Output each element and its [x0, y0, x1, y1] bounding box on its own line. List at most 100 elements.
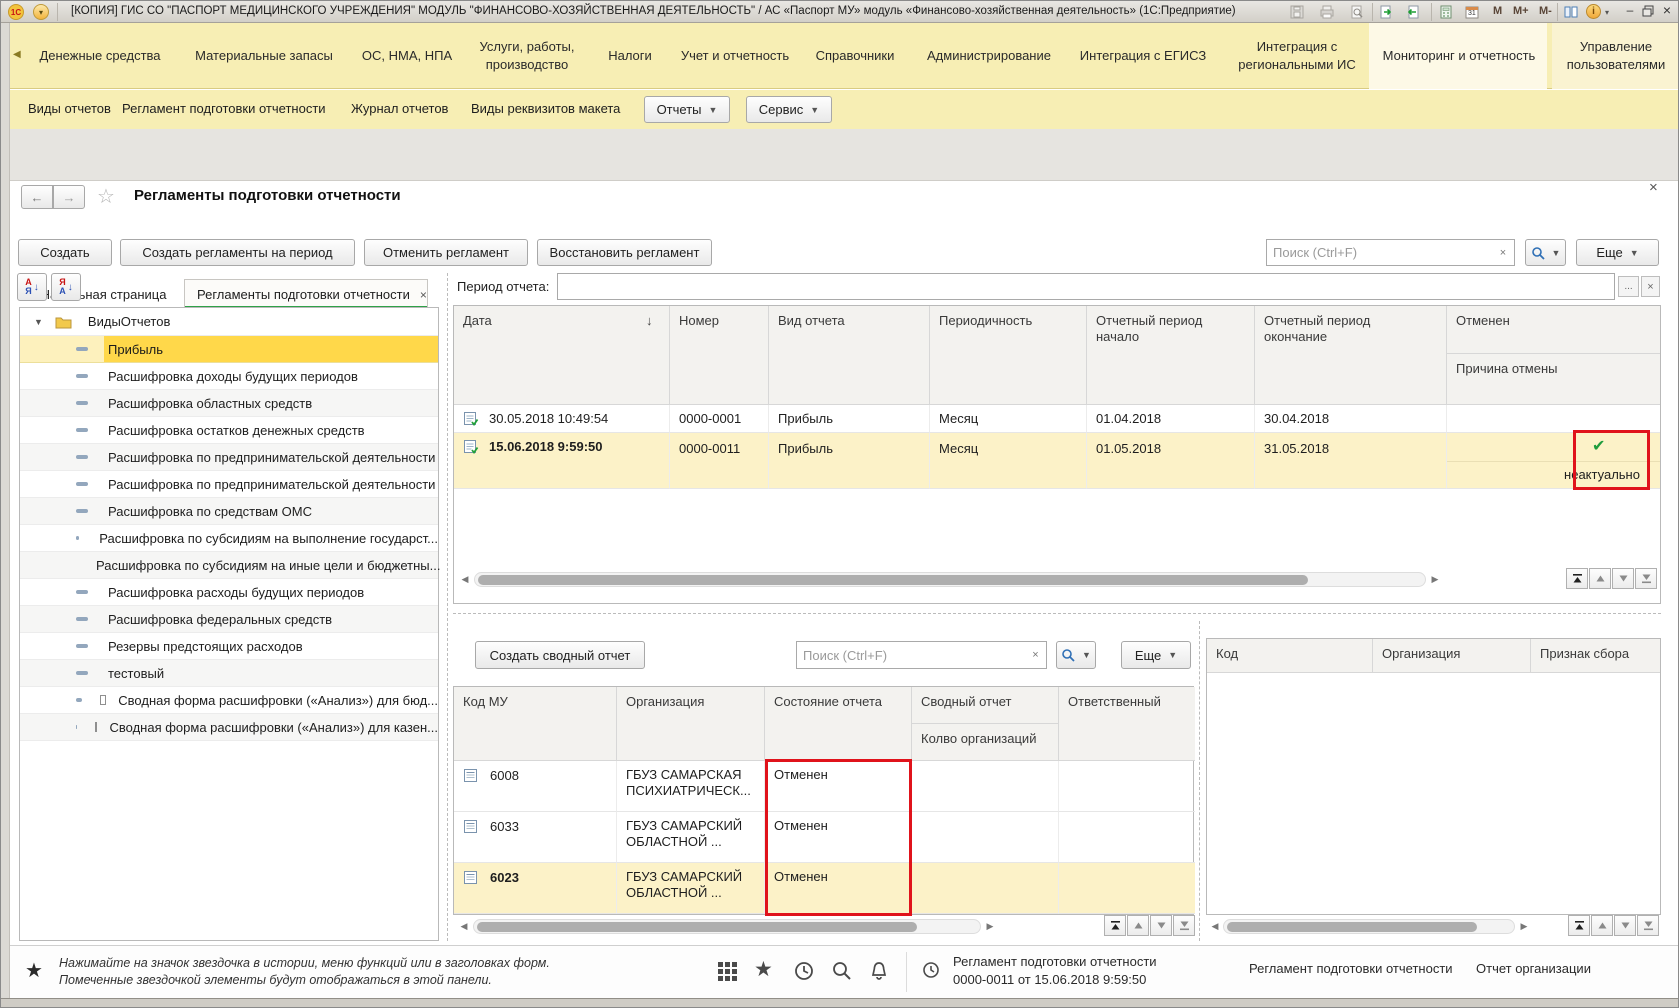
goto-last-row-button[interactable] [1637, 915, 1659, 936]
calendar-icon[interactable]: 31 [1464, 4, 1480, 20]
period-pick-button[interactable]: ... [1618, 276, 1639, 297]
org-row-summary[interactable] [912, 863, 1059, 914]
goto-prev-row-button[interactable] [1591, 915, 1613, 936]
search-clear-icon[interactable]: × [1025, 641, 1047, 669]
m-plus-button[interactable]: M+ [1513, 5, 1529, 17]
col-header-org-count[interactable]: Колво организаций [912, 724, 1059, 761]
regulation-row-cancelled[interactable] [1447, 405, 1660, 433]
org-row-responsible[interactable] [1059, 761, 1195, 812]
col-header-period-end[interactable]: Отчетный период окончание [1255, 306, 1447, 405]
regulations-search-input[interactable] [1266, 239, 1493, 266]
h-splitter[interactable] [453, 613, 1661, 614]
goto-first-row-button[interactable] [1566, 568, 1588, 589]
toolbar-link-report-journal[interactable]: Журнал отчетов [351, 101, 448, 116]
minimize-button[interactable]: – [1623, 3, 1637, 19]
regulation-row-date[interactable]: 15.06.2018 9:59:50 [454, 433, 670, 489]
search-clear-icon[interactable]: × [1492, 239, 1515, 266]
history-link-org-report[interactable]: Отчет организации [1476, 961, 1591, 976]
col-header-kind[interactable]: Вид отчета [769, 306, 930, 405]
v-splitter-right[interactable] [1199, 621, 1200, 941]
org-row-summary[interactable] [912, 812, 1059, 863]
tree-item[interactable]: Расшифровка по субсидиям на выполнение г… [20, 525, 438, 552]
tree-item[interactable]: Резервы предстоящих расходов [20, 633, 438, 660]
col-header-period-start[interactable]: Отчетный период начало [1087, 306, 1255, 405]
tree-item[interactable]: Расшифровка по предпринимательской деяте… [20, 444, 438, 471]
hscroll-right-arrow[interactable]: ▶ [1428, 570, 1442, 588]
period-clear-button[interactable]: × [1641, 276, 1660, 297]
favorites-panel-icon[interactable]: ★ [754, 957, 773, 982]
org-row-code[interactable]: 6008 [454, 761, 617, 812]
regulation-row-date[interactable]: 30.05.2018 10:49:54 [454, 405, 670, 433]
col-header-cancelled[interactable]: Отменен [1447, 306, 1660, 354]
tab-current[interactable]: Регламенты подготовки отчетности × [184, 279, 428, 309]
org-row-summary[interactable] [912, 761, 1059, 812]
org-row-code[interactable]: 6033 [454, 812, 617, 863]
print-icon[interactable] [1319, 4, 1335, 20]
import-file-icon[interactable] [1405, 4, 1421, 20]
more-button-top[interactable]: Еще ▼ [1576, 239, 1659, 266]
checkbox-icon[interactable] [100, 695, 107, 705]
notifications-bell-icon[interactable] [868, 960, 890, 982]
create-button[interactable]: Создать [18, 239, 112, 266]
orgs-hscrollbar[interactable] [473, 919, 981, 934]
toolbar-link-layout-attrs[interactable]: Виды реквизитов макета [471, 101, 620, 116]
org-row-organization[interactable]: ГБУЗ САМАРСКАЯ ПСИХИАТРИЧЕСК... [617, 761, 765, 812]
col-header-cancel-reason[interactable]: Причина отмены [1447, 354, 1660, 405]
tree-item[interactable]: тестовый [20, 660, 438, 687]
goto-last-row-button[interactable] [1173, 915, 1195, 936]
tree-item[interactable]: Расшифровка расходы будущих периодов [20, 579, 438, 606]
ribbon-item-services[interactable]: Услуги, работы, производство [471, 38, 583, 74]
col-header-organization[interactable]: Организация [617, 687, 765, 761]
hscroll-left-arrow[interactable]: ◀ [457, 917, 471, 935]
regulation-row-period-start[interactable]: 01.04.2018 [1087, 405, 1255, 433]
tree-item[interactable]: Расшифровка по субсидиям на иные цели и … [20, 552, 440, 579]
m-button[interactable]: M [1493, 5, 1502, 17]
col-header-periodicity[interactable]: Периодичность [930, 306, 1087, 405]
service-menu-button[interactable]: Сервис ▼ [746, 96, 832, 123]
create-for-period-button[interactable]: Создать регламенты на период [120, 239, 355, 266]
history-icon[interactable] [793, 960, 815, 982]
hscrollbar[interactable] [474, 572, 1426, 587]
col-header-number[interactable]: Номер [670, 306, 769, 405]
export-file-icon[interactable] [1378, 4, 1394, 20]
ribbon-item-os-nma[interactable]: ОС, НМА, НПА [355, 47, 459, 65]
create-summary-report-button[interactable]: Создать сводный отчет [475, 641, 645, 669]
tree-item[interactable]: Расшифровка областных средств [20, 390, 438, 417]
col-header-organization[interactable]: Организация [1373, 639, 1531, 673]
org-row-organization[interactable]: ГБУЗ САМАРСКИЙ ОБЛАСТНОЙ ... [617, 812, 765, 863]
cancel-regulation-button[interactable]: Отменить регламент [364, 239, 528, 266]
org-row-code[interactable]: 6023 [454, 863, 617, 914]
m-minus-button[interactable]: M- [1539, 5, 1552, 17]
ribbon-item-taxes[interactable]: Налоги [599, 47, 661, 65]
nav-forward-button[interactable]: → [53, 185, 85, 209]
orgs-search-input[interactable] [796, 641, 1026, 669]
favorite-star-icon[interactable]: ☆ [97, 184, 115, 209]
ribbon-item-administration[interactable]: Администрирование [919, 47, 1059, 65]
col-header-code[interactable]: Код [1207, 639, 1373, 673]
period-input[interactable] [557, 273, 1615, 300]
split-window-icon[interactable] [1563, 4, 1579, 20]
regulation-row-number[interactable]: 0000-0001 [670, 405, 769, 433]
ribbon-item-references[interactable]: Справочники [807, 47, 903, 65]
goto-first-row-button[interactable] [1568, 915, 1590, 936]
save-icon[interactable] [1289, 4, 1305, 20]
goto-first-row-button[interactable] [1104, 915, 1126, 936]
col-header-date[interactable]: Дата ↓ [454, 306, 670, 405]
more-button-middle[interactable]: Еще ▼ [1121, 641, 1191, 669]
checkbox-icon[interactable] [94, 722, 98, 732]
nav-back-button[interactable]: ← [21, 185, 53, 209]
menu-grid-icon[interactable] [716, 960, 738, 982]
goto-next-row-button[interactable] [1614, 915, 1636, 936]
goto-prev-row-button[interactable] [1127, 915, 1149, 936]
tree-item[interactable]: Расшифровка по средствам ОМС [20, 498, 438, 525]
ribbon-item-monitoring[interactable]: Мониторинг и отчетность [1379, 47, 1539, 65]
history-entry-icon[interactable] [921, 960, 941, 980]
reports-menu-button[interactable]: Отчеты ▼ [644, 96, 730, 123]
ribbon-collapse-icon[interactable]: ◀ [13, 49, 21, 60]
regulation-row-number[interactable]: 0000-0011 [670, 433, 769, 489]
hscroll-right-arrow[interactable]: ▶ [1517, 917, 1531, 935]
goto-next-row-button[interactable] [1150, 915, 1172, 936]
favorites-star-icon[interactable]: ★ [25, 958, 43, 983]
tree-expand-icon[interactable]: ▼ [34, 317, 43, 327]
print-preview-icon[interactable] [1349, 4, 1365, 20]
